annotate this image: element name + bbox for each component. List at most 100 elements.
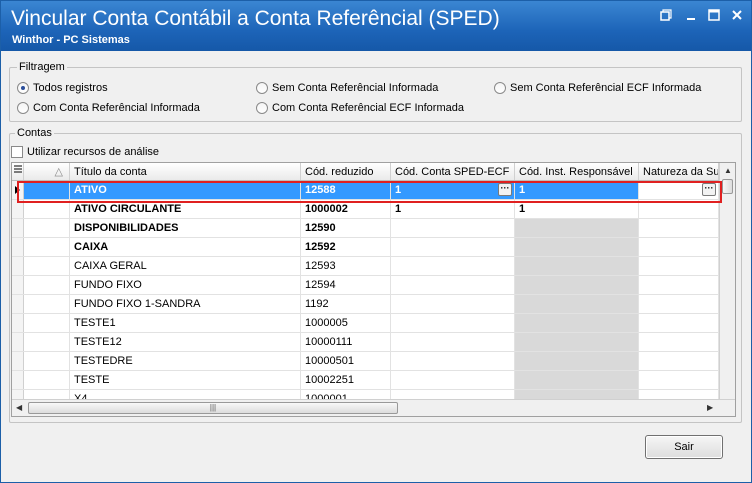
- cell-cod-inst-responsavel[interactable]: [515, 333, 639, 351]
- sair-button[interactable]: Sair: [645, 435, 723, 459]
- column-header-cod-inst-responsavel[interactable]: Cód. Inst. Responsável: [515, 163, 639, 180]
- table-row[interactable]: CAIXA GERAL 12593: [12, 257, 719, 276]
- row-indicator[interactable]: [12, 257, 24, 275]
- row-indicator[interactable]: [12, 352, 24, 370]
- cell-natureza[interactable]: [639, 200, 719, 218]
- table-row[interactable]: FUNDO FIXO 12594: [12, 276, 719, 295]
- row-indicator[interactable]: [12, 238, 24, 256]
- close-icon[interactable]: [727, 9, 747, 25]
- column-chooser-icon[interactable]: [12, 163, 24, 180]
- table-row[interactable]: TESTE1 1000005: [12, 314, 719, 333]
- cell-cod-sped-ecf[interactable]: [391, 219, 515, 237]
- cell-titulo[interactable]: TESTE12: [70, 333, 301, 351]
- table-row[interactable]: FUNDO FIXO 1-SANDRA 1192: [12, 295, 719, 314]
- radio-sem-conta-referencial[interactable]: Sem Conta Referêncial Informada: [256, 82, 438, 94]
- cell-cod-sped-ecf[interactable]: [391, 257, 515, 275]
- lookup-ellipsis-button[interactable]: ···: [702, 183, 716, 196]
- cell-cod-reduzido[interactable]: 12592: [301, 238, 391, 256]
- cell-titulo[interactable]: TESTE1: [70, 314, 301, 332]
- row-indicator[interactable]: [12, 276, 24, 294]
- sort-ascending-icon[interactable]: △: [24, 163, 70, 180]
- row-indicator[interactable]: [12, 333, 24, 351]
- cell-cod-inst-responsavel[interactable]: 1: [515, 200, 639, 218]
- cell-titulo[interactable]: ATIVO CIRCULANTE: [70, 200, 301, 218]
- maximize-icon[interactable]: [704, 9, 724, 25]
- cell-cod-reduzido[interactable]: 12593: [301, 257, 391, 275]
- cell-cod-reduzido[interactable]: 10000111: [301, 333, 391, 351]
- radio-todos-registros[interactable]: Todos registros: [17, 82, 108, 94]
- cell-titulo[interactable]: TESTEDRE: [70, 352, 301, 370]
- column-header-natureza[interactable]: Natureza da Su: [639, 163, 719, 180]
- cell-titulo[interactable]: DISPONIBILIDADES: [70, 219, 301, 237]
- contas-grid[interactable]: △ Título da conta Cód. reduzido Cód. Con…: [11, 162, 736, 417]
- cell-cod-sped-ecf[interactable]: [391, 295, 515, 313]
- cell-cod-reduzido[interactable]: 12594: [301, 276, 391, 294]
- scroll-up-icon[interactable]: ▲: [724, 166, 732, 175]
- cell-cod-reduzido[interactable]: 12590: [301, 219, 391, 237]
- table-row[interactable]: TESTEDRE 10000501: [12, 352, 719, 371]
- cell-natureza[interactable]: ···: [639, 181, 719, 199]
- row-indicator[interactable]: [12, 314, 24, 332]
- cell-cod-inst-responsavel[interactable]: [515, 276, 639, 294]
- cell-titulo[interactable]: ATIVO: [70, 181, 301, 199]
- cell-cod-sped-ecf[interactable]: [391, 371, 515, 389]
- cell-natureza[interactable]: [639, 371, 719, 389]
- cell-cod-sped-ecf[interactable]: [391, 276, 515, 294]
- cell-titulo[interactable]: TESTE: [70, 371, 301, 389]
- radio-com-conta-referencial[interactable]: Com Conta Referêncial Informada: [17, 102, 200, 114]
- row-indicator[interactable]: [12, 219, 24, 237]
- cell-cod-sped-ecf[interactable]: [391, 333, 515, 351]
- radio-com-conta-referencial-ecf[interactable]: Com Conta Referêncial ECF Informada: [256, 102, 464, 114]
- cell-cod-inst-responsavel[interactable]: [515, 314, 639, 332]
- column-header-cod-sped-ecf[interactable]: Cód. Conta SPED-ECF: [391, 163, 515, 180]
- scroll-right-icon[interactable]: ▶: [707, 403, 713, 412]
- cell-titulo[interactable]: CAIXA GERAL: [70, 257, 301, 275]
- cell-natureza[interactable]: [639, 238, 719, 256]
- cell-cod-inst-responsavel[interactable]: [515, 257, 639, 275]
- table-row[interactable]: TESTE12 10000111: [12, 333, 719, 352]
- cell-cod-reduzido[interactable]: 12588: [301, 181, 391, 199]
- horizontal-scrollbar[interactable]: ◀ ||| ▶: [12, 399, 735, 416]
- column-header-titulo[interactable]: Título da conta: [70, 163, 301, 180]
- cell-cod-reduzido[interactable]: 10000501: [301, 352, 391, 370]
- table-row[interactable]: CAIXA 12592: [12, 238, 719, 257]
- cell-cod-inst-responsavel[interactable]: [515, 219, 639, 237]
- cell-cod-sped-ecf[interactable]: [391, 352, 515, 370]
- table-row[interactable]: TESTE 10002251: [12, 371, 719, 390]
- row-indicator[interactable]: [12, 200, 24, 218]
- cell-cod-sped-ecf[interactable]: [391, 314, 515, 332]
- cell-natureza[interactable]: [639, 314, 719, 332]
- cell-cod-reduzido[interactable]: 10002251: [301, 371, 391, 389]
- cell-cod-reduzido[interactable]: 1192: [301, 295, 391, 313]
- current-row-indicator-icon[interactable]: [12, 181, 24, 199]
- vertical-scrollbar[interactable]: ▲: [719, 163, 735, 399]
- cell-cod-sped-ecf[interactable]: [391, 238, 515, 256]
- table-row[interactable]: ATIVO 12588 1 ··· 1 ···: [12, 181, 719, 200]
- cell-cod-inst-responsavel[interactable]: 1: [515, 181, 639, 199]
- table-row[interactable]: DISPONIBILIDADES 12590: [12, 219, 719, 238]
- cell-cod-sped-ecf[interactable]: 1: [391, 200, 515, 218]
- cell-titulo[interactable]: FUNDO FIXO 1-SANDRA: [70, 295, 301, 313]
- table-row[interactable]: ATIVO CIRCULANTE 1000002 1 1: [12, 200, 719, 219]
- row-indicator[interactable]: [12, 371, 24, 389]
- row-indicator[interactable]: [12, 295, 24, 313]
- cell-cod-sped-ecf[interactable]: 1 ···: [391, 181, 515, 199]
- cell-natureza[interactable]: [639, 352, 719, 370]
- cell-titulo[interactable]: FUNDO FIXO: [70, 276, 301, 294]
- cell-natureza[interactable]: [639, 276, 719, 294]
- column-header-cod-reduzido[interactable]: Cód. reduzido: [301, 163, 391, 180]
- cell-natureza[interactable]: [639, 333, 719, 351]
- scroll-left-icon[interactable]: ◀: [16, 403, 22, 412]
- horizontal-scroll-thumb[interactable]: |||: [28, 402, 398, 414]
- cell-titulo[interactable]: CAIXA: [70, 238, 301, 256]
- vertical-scroll-thumb[interactable]: [722, 179, 733, 194]
- cell-cod-reduzido[interactable]: 1000002: [301, 200, 391, 218]
- radio-sem-conta-referencial-ecf[interactable]: Sem Conta Referêncial ECF Informada: [494, 82, 701, 94]
- title-bar[interactable]: Vincular Conta Contábil a Conta Referênc…: [1, 1, 751, 51]
- cell-natureza[interactable]: [639, 257, 719, 275]
- utilizar-recursos-checkbox[interactable]: Utilizar recursos de análise: [11, 146, 159, 158]
- cell-natureza[interactable]: [639, 295, 719, 313]
- minimize-icon[interactable]: [681, 9, 701, 25]
- cell-cod-inst-responsavel[interactable]: [515, 371, 639, 389]
- cell-cod-inst-responsavel[interactable]: [515, 295, 639, 313]
